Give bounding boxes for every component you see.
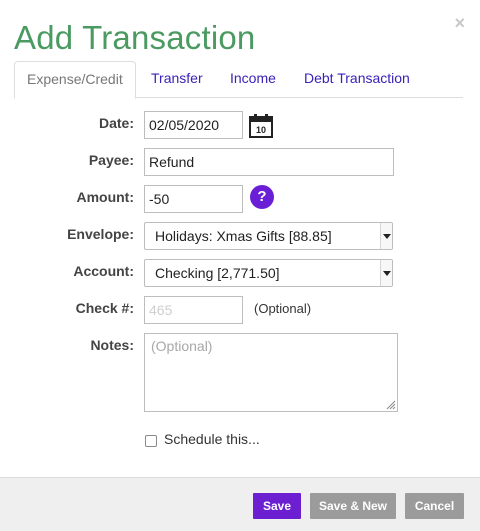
calendar-day-text: 10 [256,125,266,135]
tab-expense-credit[interactable]: Expense/Credit [14,61,136,99]
add-transaction-dialog: × Add Transaction Expense/Credit Transfe… [0,0,480,531]
tab-transfer[interactable]: Transfer [139,61,215,98]
amount-field[interactable]: -50 [144,185,243,213]
resize-grip-icon[interactable] [386,400,396,410]
amount-label: Amount: [76,189,134,205]
date-field[interactable]: 02/05/2020 [144,111,243,139]
payee-label: Payee: [88,152,134,168]
envelope-select-value: Holidays: Xmas Gifts [88.85] [155,228,332,244]
check-number-label: Check #: [75,300,134,316]
help-icon[interactable]: ? [250,185,274,209]
account-select-value: Checking [2,771.50] [155,265,280,281]
notes-placeholder: (Optional) [151,338,213,354]
close-icon[interactable]: × [454,14,465,32]
check-number-field[interactable]: 465 [144,296,243,324]
notes-label: Notes: [90,337,134,353]
chevron-down-icon [380,223,392,249]
save-button[interactable]: Save [253,493,301,519]
cancel-button[interactable]: Cancel [405,493,464,519]
calendar-icon[interactable]: 10 [248,113,274,139]
tab-debt-transaction[interactable]: Debt Transaction [292,61,422,98]
schedule-checkbox[interactable] [145,435,157,447]
envelope-label: Envelope: [67,226,134,242]
notes-textarea[interactable]: (Optional) [144,333,398,412]
dialog-footer: Save Save & New Cancel [0,477,480,531]
date-label: Date: [98,115,134,131]
save-and-new-button[interactable]: Save & New [310,493,396,519]
account-select[interactable]: Checking [2,771.50] [144,259,393,287]
tab-income[interactable]: Income [218,61,288,98]
dialog-title: Add Transaction [14,19,256,56]
payee-field[interactable]: Refund [144,148,394,176]
envelope-select[interactable]: Holidays: Xmas Gifts [88.85] [144,222,393,250]
transaction-type-tabs: Expense/Credit Transfer Income Debt Tran… [14,61,463,99]
check-optional-note: (Optional) [254,301,312,316]
account-label: Account: [73,263,134,279]
chevron-down-icon [380,260,392,286]
schedule-label[interactable]: Schedule this... [164,431,260,447]
